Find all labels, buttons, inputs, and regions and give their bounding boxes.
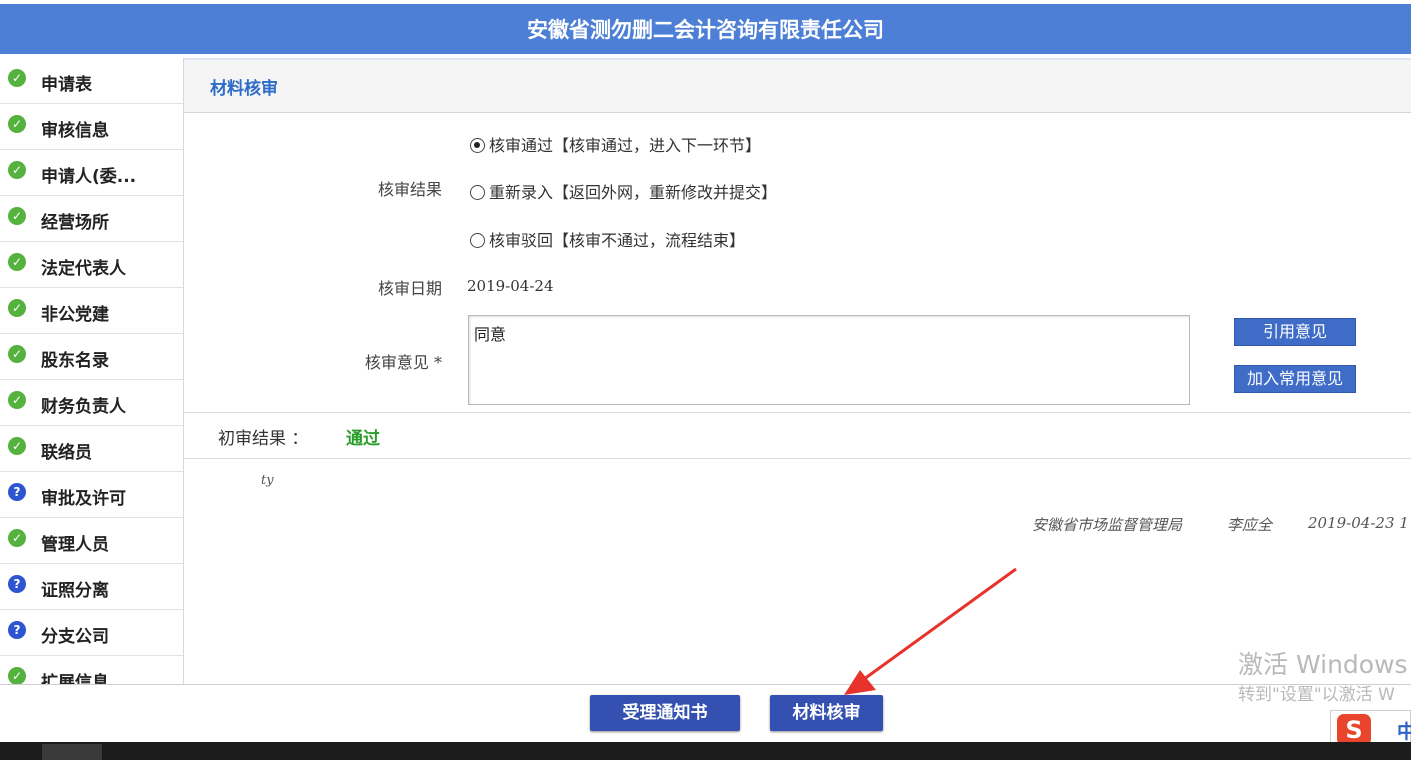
sidebar-item-license-separation[interactable]: ? 证照分离 — [0, 564, 183, 610]
check-circle-icon: ✓ — [8, 529, 26, 547]
sidebar-item-extended-info[interactable]: ✓ 扩展信息 — [0, 656, 183, 684]
divider — [184, 412, 1411, 413]
question-circle-icon: ? — [8, 621, 26, 639]
sidebar-item-label: 申请人(委... — [41, 167, 137, 187]
sidebar-item-liaison[interactable]: ✓ 联络员 — [0, 426, 183, 472]
sidebar-item-label: 非公党建 — [41, 305, 109, 325]
check-circle-icon: ✓ — [8, 69, 26, 87]
sidebar-item-label: 法定代表人 — [41, 259, 126, 279]
section-title: 材料核审 — [210, 79, 278, 99]
check-circle-icon: ✓ — [8, 391, 26, 409]
sidebar-item-approval-license[interactable]: ? 审批及许可 — [0, 472, 183, 518]
sidebar-item-label: 股东名录 — [41, 351, 109, 371]
sidebar-item-shareholders[interactable]: ✓ 股东名录 — [0, 334, 183, 380]
check-circle-icon: ✓ — [8, 115, 26, 133]
review-date-value: 2019-04-24 — [467, 277, 554, 295]
sidebar-item-branch[interactable]: ? 分支公司 — [0, 610, 183, 656]
initial-review-result: 通过 — [346, 429, 380, 449]
review-date-label: 核审日期 — [377, 279, 442, 298]
taskbar — [0, 742, 1411, 760]
option-reenter[interactable]: 重新录入【返回外网，重新修改并提交】 — [470, 179, 777, 203]
windows-activation-hint: 转到"设置"以激活 W — [1238, 685, 1395, 705]
windows-activation-watermark: 激活 Windows — [1238, 650, 1408, 679]
company-header: 安徽省测勿删二会计咨询有限责任公司 — [0, 4, 1411, 54]
divider — [184, 458, 1411, 459]
sidebar-item-review-info[interactable]: ✓ 审核信息 — [0, 104, 183, 150]
sidebar-item-label: 扩展信息 — [41, 673, 109, 684]
option-approve[interactable]: 核审通过【核审通过，进入下一环节】 — [470, 132, 761, 156]
check-circle-icon: ✓ — [8, 207, 26, 225]
sidebar-item-business-premises[interactable]: ✓ 经营场所 — [0, 196, 183, 242]
check-circle-icon: ✓ — [8, 345, 26, 363]
radio-unselected-icon[interactable] — [470, 185, 485, 200]
option-label: 重新录入【返回外网，重新修改并提交】 — [489, 183, 778, 202]
sidebar-item-party-building[interactable]: ✓ 非公党建 — [0, 288, 183, 334]
check-circle-icon: ✓ — [8, 253, 26, 271]
sidebar-item-label: 申请表 — [41, 75, 92, 95]
check-circle-icon: ✓ — [8, 299, 26, 317]
option-label: 核审驳回【核审不通过，流程结束】 — [489, 231, 746, 250]
acceptance-notice-button[interactable]: 受理通知书 — [590, 695, 740, 731]
check-circle-icon: ✓ — [8, 161, 26, 179]
quote-opinion-button[interactable]: 引用意见 — [1234, 318, 1356, 346]
company-title: 安徽省测勿删二会计咨询有限责任公司 — [527, 18, 884, 42]
review-panel: 材料核审 核审结果 核审通过【核审通过，进入下一环节】 重新录入【返回外网，重新… — [184, 58, 1411, 684]
option-label: 核审通过【核审通过，进入下一环节】 — [489, 136, 762, 155]
radio-unselected-icon[interactable] — [470, 233, 485, 248]
sidebar-item-label: 管理人员 — [41, 535, 109, 555]
sidebar-item-label: 审核信息 — [41, 121, 109, 141]
signature-datetime: 2019-04-23 1 — [1308, 514, 1409, 532]
sidebar-item-applicant[interactable]: ✓ 申请人(委... — [0, 150, 183, 196]
check-circle-icon: ✓ — [8, 437, 26, 455]
check-circle-icon: ✓ — [8, 667, 26, 684]
initial-review-note: ty — [261, 473, 274, 488]
question-circle-icon: ? — [8, 575, 26, 593]
sidebar-item-application-form[interactable]: ✓ 申请表 — [0, 58, 183, 104]
sidebar-item-label: 分支公司 — [41, 627, 109, 647]
ime-mode-indicator[interactable]: 中 — [1397, 717, 1411, 744]
sidebar-item-finance-officer[interactable]: ✓ 财务负责人 — [0, 380, 183, 426]
section-header: 材料核审 — [184, 58, 1411, 113]
sidebar: ✓ 申请表 ✓ 审核信息 ✓ 申请人(委... ✓ 经营场所 ✓ 法定代表人 ✓… — [0, 58, 184, 684]
sidebar-item-label: 财务负责人 — [41, 397, 126, 417]
signature-org: 安徽省市场监督管理局 — [1032, 516, 1183, 534]
question-circle-icon: ? — [8, 483, 26, 501]
sidebar-item-label: 审批及许可 — [41, 489, 126, 509]
signature-person: 李应全 — [1227, 516, 1273, 534]
sidebar-item-label: 证照分离 — [41, 581, 109, 601]
bottom-action-bar: 受理通知书 材料核审 — [0, 684, 1411, 743]
radio-selected-icon[interactable] — [470, 138, 485, 153]
add-common-opinion-button[interactable]: 加入常用意见 — [1234, 365, 1356, 393]
option-reject[interactable]: 核审驳回【核审不通过，流程结束】 — [470, 227, 745, 251]
sidebar-item-legal-representative[interactable]: ✓ 法定代表人 — [0, 242, 183, 288]
sidebar-item-label: 联络员 — [41, 443, 92, 463]
taskbar-app-button[interactable] — [42, 744, 102, 760]
initial-review-label: 初审结果 ： — [218, 429, 309, 449]
sidebar-item-label: 经营场所 — [41, 213, 109, 233]
review-opinion-label: 核审意见 * — [364, 353, 442, 372]
review-opinion-input[interactable]: 同意 — [468, 315, 1190, 405]
material-review-button[interactable]: 材料核审 — [770, 695, 883, 731]
sidebar-item-management[interactable]: ✓ 管理人员 — [0, 518, 183, 564]
review-result-label: 核审结果 — [377, 180, 442, 199]
